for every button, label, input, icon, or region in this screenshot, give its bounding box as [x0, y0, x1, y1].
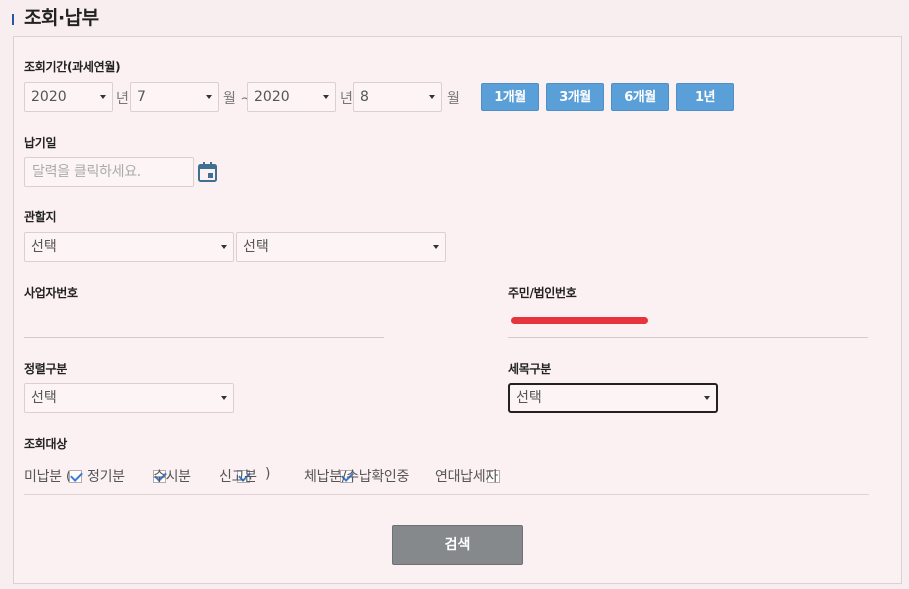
search-button[interactable]: 검색: [392, 525, 523, 565]
chevron-down-icon: [221, 245, 227, 249]
business-number-underline: [24, 336, 384, 338]
resident-number-input[interactable]: [508, 305, 868, 335]
occasional-option-label: 수시분: [153, 469, 191, 485]
regular-option-label: 정기분: [87, 469, 125, 485]
regular-type-select[interactable]: 선택: [24, 383, 234, 413]
jurisdiction-select-2-value: 선택: [243, 239, 269, 255]
target-label: 조회대상: [24, 437, 67, 451]
period-3-month-button[interactable]: 3개월: [546, 83, 604, 111]
chevron-down-icon: [100, 95, 106, 99]
to-month-value: 8: [360, 89, 369, 105]
chevron-down-icon: [704, 396, 710, 400]
resident-number-label: 주민/법인번호: [508, 286, 577, 300]
title-accent-bar: [12, 14, 14, 25]
from-year-value: 2020: [31, 89, 67, 105]
tax-type-select[interactable]: 선택: [508, 383, 718, 413]
month-unit: 월: [447, 91, 460, 107]
unpaid-prefix: 미납분 (: [24, 469, 72, 485]
page-title: 조회·납부: [24, 7, 99, 29]
from-month-value: 7: [137, 89, 146, 105]
period-1-year-button[interactable]: 1년: [676, 83, 734, 111]
due-date-input[interactable]: 달력을 클릭하세요.: [24, 157, 194, 187]
close-paren: ): [265, 466, 271, 482]
form-divider: [24, 494, 869, 495]
year-unit: 년: [116, 91, 129, 107]
chevron-down-icon: [206, 95, 212, 99]
jurisdiction-select-1[interactable]: 선택: [24, 232, 234, 262]
from-year-select[interactable]: 2020: [24, 82, 113, 112]
resident-number-underline: [508, 336, 868, 338]
to-year-select[interactable]: 2020: [247, 82, 336, 112]
delinquent-option-label: 체납분/수납확인중: [304, 469, 410, 485]
regular-type-label: 정렬구분: [24, 362, 67, 376]
to-month-select[interactable]: 8: [353, 82, 442, 112]
due-date-label: 납기일: [24, 136, 57, 150]
to-year-value: 2020: [254, 89, 290, 105]
period-6-month-button[interactable]: 6개월: [611, 83, 669, 111]
chevron-down-icon: [221, 396, 227, 400]
chevron-down-icon: [433, 245, 439, 249]
business-number-input[interactable]: [24, 305, 384, 335]
period-1-month-button[interactable]: 1개월: [481, 83, 539, 111]
jurisdiction-select-1-value: 선택: [31, 239, 57, 255]
chevron-down-icon: [429, 95, 435, 99]
redaction-mark: [511, 317, 648, 324]
tax-type-value: 선택: [516, 390, 542, 406]
chevron-down-icon: [323, 95, 329, 99]
regular-type-value: 선택: [31, 390, 57, 406]
from-month-select[interactable]: 7: [130, 82, 219, 112]
regular-checkbox[interactable]: [69, 470, 82, 483]
period-label: 조회기간(과세연월): [24, 60, 121, 74]
joint-taxpayer-option-label: 연대납세자: [435, 469, 498, 485]
jurisdiction-select-2[interactable]: 선택: [236, 232, 446, 262]
jurisdiction-label: 관할지: [24, 210, 57, 224]
declared-option-label: 신고분: [219, 469, 257, 485]
business-number-label: 사업자번호: [24, 286, 78, 300]
year-unit: 년: [340, 91, 353, 107]
tax-type-label: 세목구분: [508, 362, 551, 376]
calendar-icon[interactable]: [198, 162, 217, 182]
